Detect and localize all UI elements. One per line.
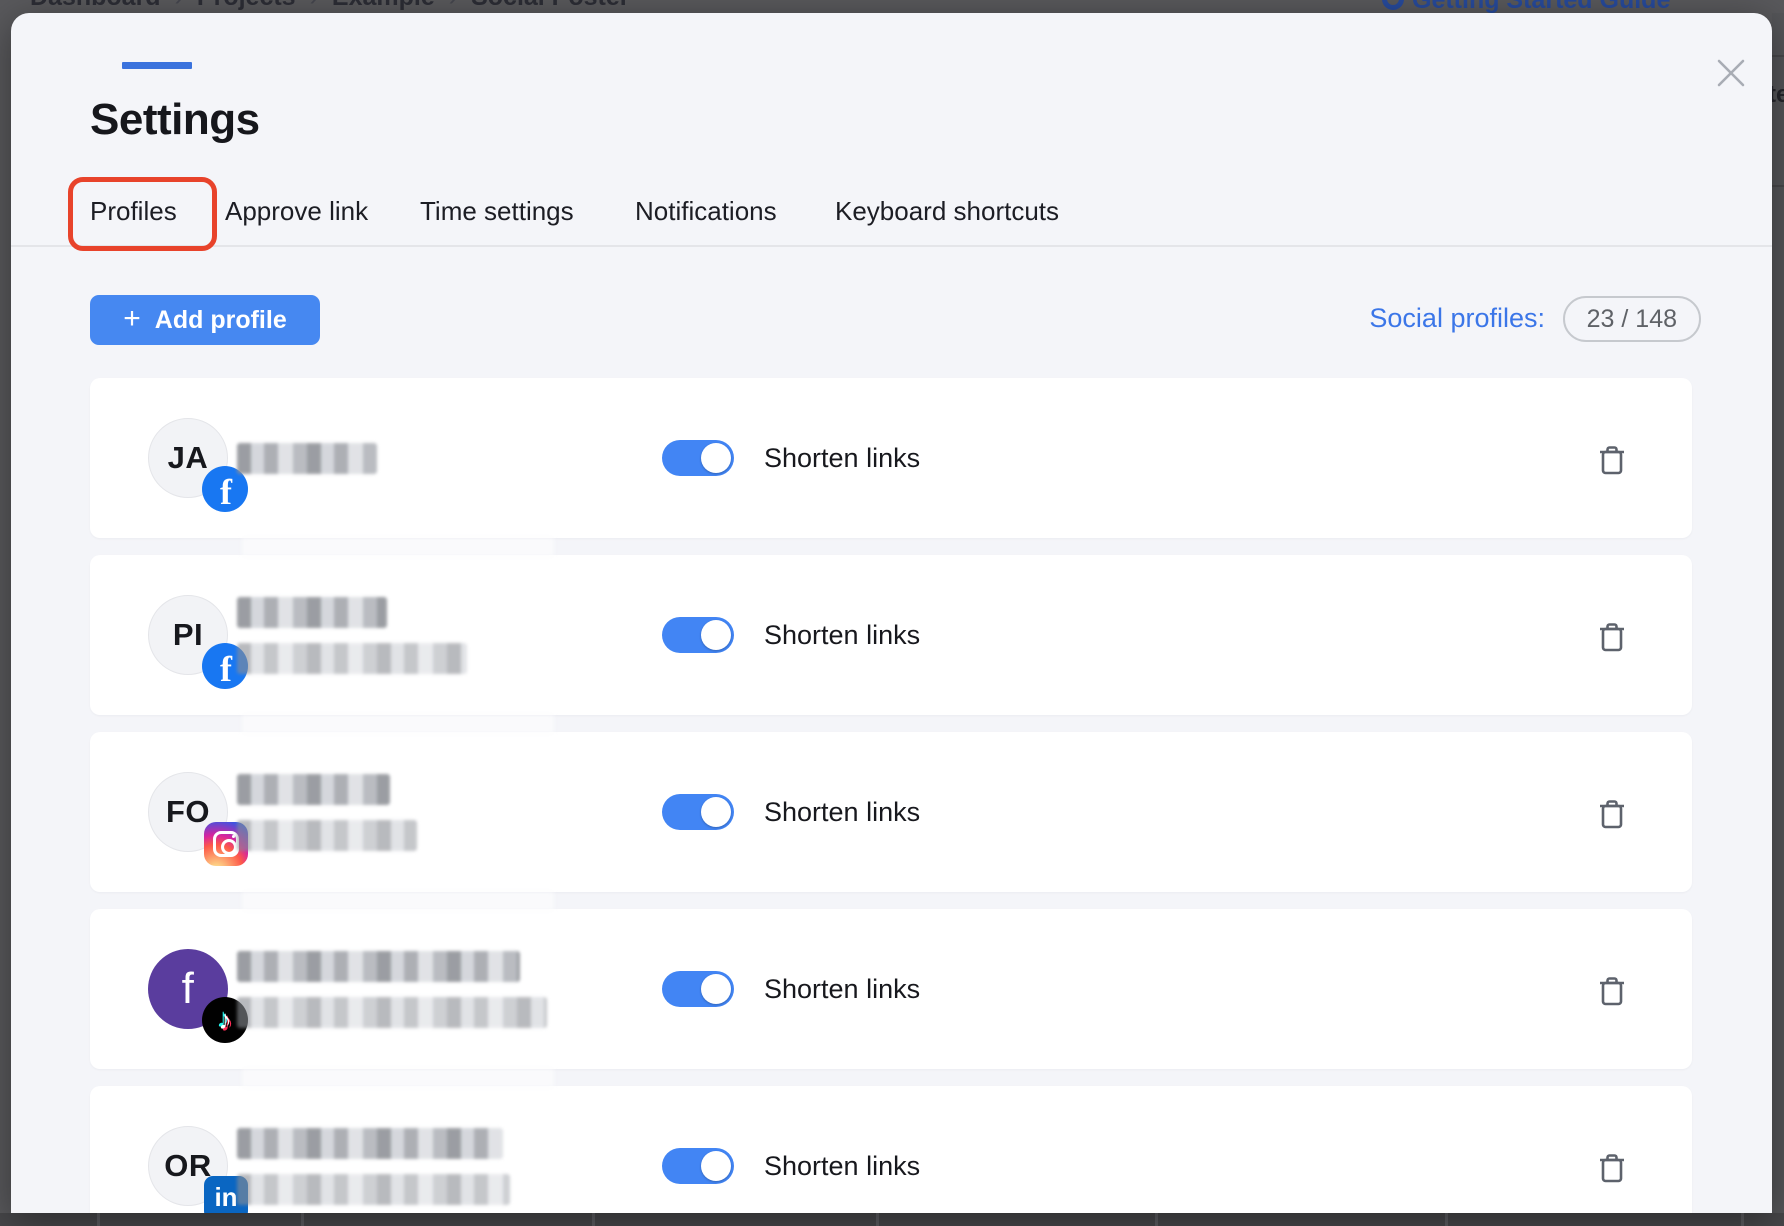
trash-icon xyxy=(1598,621,1626,653)
table-grid-line xyxy=(97,1213,100,1226)
table-grid-line xyxy=(876,1213,879,1226)
redacted-text-line xyxy=(237,1174,510,1205)
redaction-blur-strip xyxy=(242,715,554,733)
delete-profile-button[interactable] xyxy=(1592,617,1632,657)
tab-profiles[interactable]: Profiles xyxy=(90,189,177,233)
table-grid-line xyxy=(1741,1213,1744,1226)
add-profile-label: Add profile xyxy=(155,306,287,335)
social-profiles-label: Social profiles: xyxy=(1369,303,1545,334)
profile-name-redacted xyxy=(237,732,417,892)
shorten-links-toggle[interactable] xyxy=(662,794,734,830)
table-grid-line xyxy=(1155,1213,1158,1226)
shorten-links-label: Shorten links xyxy=(764,1086,920,1213)
trash-icon xyxy=(1598,975,1626,1007)
page-header-strip: Dashboard›Projects›Example›Social Poster… xyxy=(0,0,1784,13)
plus-icon: + xyxy=(123,302,141,336)
shorten-links-label: Shorten links xyxy=(764,555,920,715)
breadcrumb-item: Dashboard xyxy=(30,0,161,11)
redacted-text-line xyxy=(237,597,387,628)
tab-time-settings[interactable]: Time settings xyxy=(420,189,574,233)
close-icon xyxy=(1713,55,1749,91)
add-profile-button[interactable]: + Add profile xyxy=(90,295,320,345)
toggle-knob xyxy=(701,443,731,473)
profile-name-redacted xyxy=(237,378,377,538)
redaction-blur-strip xyxy=(242,1069,554,1087)
profile-name-redacted xyxy=(237,555,467,715)
divider xyxy=(1772,185,1784,187)
close-button[interactable] xyxy=(1699,41,1763,105)
profile-name-redacted xyxy=(237,1086,510,1213)
screen: Dashboard›Projects›Example›Social Poster… xyxy=(0,0,1784,1226)
delete-profile-button[interactable] xyxy=(1592,794,1632,834)
profile-row: OR in Shorten links xyxy=(90,1086,1692,1213)
redaction-blur-strip xyxy=(242,892,554,910)
shorten-links-label: Shorten links xyxy=(764,378,920,538)
shorten-links-toggle[interactable] xyxy=(662,440,734,476)
breadcrumb-item: Projects xyxy=(197,0,296,11)
delete-profile-button[interactable] xyxy=(1592,440,1632,480)
breadcrumb-item: Example xyxy=(332,0,435,11)
table-grid-line xyxy=(1445,1213,1448,1226)
page-right-strip: te xyxy=(1772,13,1784,1213)
table-grid-line xyxy=(592,1213,595,1226)
redacted-text-line xyxy=(237,1128,503,1159)
redacted-text-line xyxy=(237,443,377,474)
tab-approve-link[interactable]: Approve link xyxy=(225,189,368,233)
page-text-fragment: te xyxy=(1772,81,1784,109)
shorten-links-label: Shorten links xyxy=(764,732,920,892)
redaction-blur-strip xyxy=(242,538,554,556)
delete-profile-button[interactable] xyxy=(1592,971,1632,1011)
page-title: Settings xyxy=(90,95,260,145)
active-tab-underline xyxy=(122,62,192,69)
delete-profile-button[interactable] xyxy=(1592,1148,1632,1188)
shorten-links-toggle[interactable] xyxy=(662,617,734,653)
redacted-text-line xyxy=(237,643,467,674)
trash-icon xyxy=(1598,1152,1626,1184)
table-grid-line xyxy=(301,1213,304,1226)
toggle-knob xyxy=(701,974,731,1004)
redacted-text-line xyxy=(237,820,417,851)
page-table-strip xyxy=(0,1213,1784,1226)
redacted-text-line xyxy=(237,951,520,982)
redacted-text-line xyxy=(237,774,390,805)
getting-started-link: Getting Started Guide xyxy=(1412,0,1670,13)
breadcrumb-item: Social Poster xyxy=(471,0,629,11)
shorten-links-toggle[interactable] xyxy=(662,971,734,1007)
tab-keyboard-shortcuts[interactable]: Keyboard shortcuts xyxy=(835,189,1059,233)
trash-icon xyxy=(1598,444,1626,476)
settings-modal: Settings Profiles Approve link Time settin… xyxy=(11,13,1772,1213)
profile-row: PI f Shorten links xyxy=(90,555,1692,715)
toggle-knob xyxy=(701,1151,731,1181)
toggle-knob xyxy=(701,620,731,650)
getting-started-icon xyxy=(1382,0,1404,10)
divider xyxy=(1772,55,1784,57)
profile-name-redacted xyxy=(237,909,547,1069)
shorten-links-label: Shorten links xyxy=(764,909,920,1069)
shorten-links-toggle[interactable] xyxy=(662,1148,734,1184)
profile-row: JA f Shorten links xyxy=(90,378,1692,538)
trash-icon xyxy=(1598,798,1626,830)
profile-count-badge: 23 / 148 xyxy=(1563,296,1701,342)
tab-bar: Profiles Approve link Time settings Notific… xyxy=(11,189,1772,245)
redacted-text-line xyxy=(237,997,547,1028)
tabs-divider xyxy=(11,245,1772,247)
toggle-knob xyxy=(701,797,731,827)
breadcrumb: Dashboard›Projects›Example›Social Poster xyxy=(30,0,630,12)
profile-row: FO Shorten links xyxy=(90,732,1692,892)
tab-notifications[interactable]: Notifications xyxy=(635,189,777,233)
profile-row: f ♪ Shorten links xyxy=(90,909,1692,1069)
